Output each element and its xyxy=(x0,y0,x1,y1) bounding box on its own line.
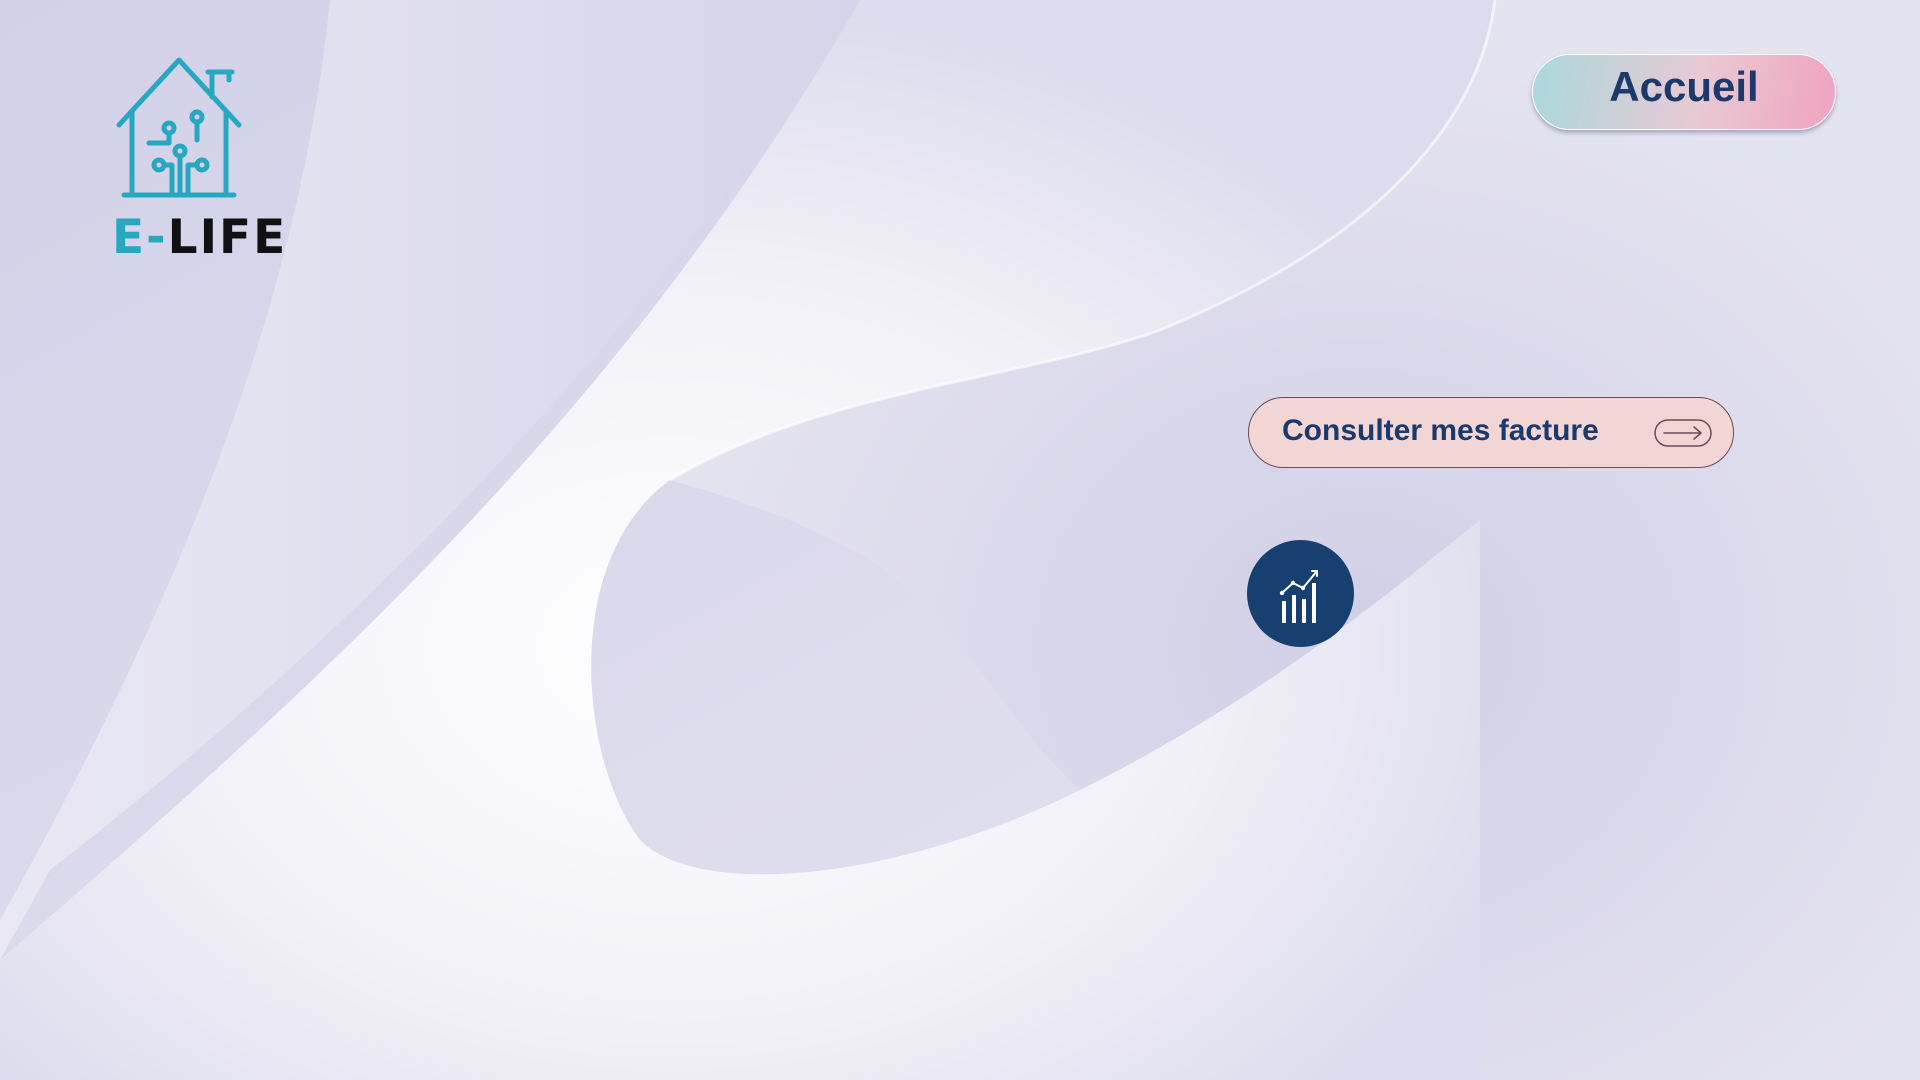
background-wave xyxy=(0,0,1920,1080)
home-button-label: Accueil xyxy=(1609,63,1759,110)
view-invoices-label: Consulter mes facture xyxy=(1282,414,1599,447)
brand-name-suffix: LIFE xyxy=(167,210,288,265)
brand-logo: E-LIFE xyxy=(104,50,285,261)
smart-house-icon xyxy=(116,57,242,198)
view-invoices-button[interactable]: Consulter mes facture xyxy=(1248,397,1734,468)
statistics-button[interactable] xyxy=(1247,540,1354,647)
arrow-right-icon xyxy=(1654,419,1712,447)
brand-name-prefix: E- xyxy=(112,210,168,265)
bar-chart-trend-icon xyxy=(1279,569,1318,623)
home-button[interactable]: Accueil xyxy=(1532,54,1836,130)
brand-name: E-LIFE xyxy=(112,214,287,261)
